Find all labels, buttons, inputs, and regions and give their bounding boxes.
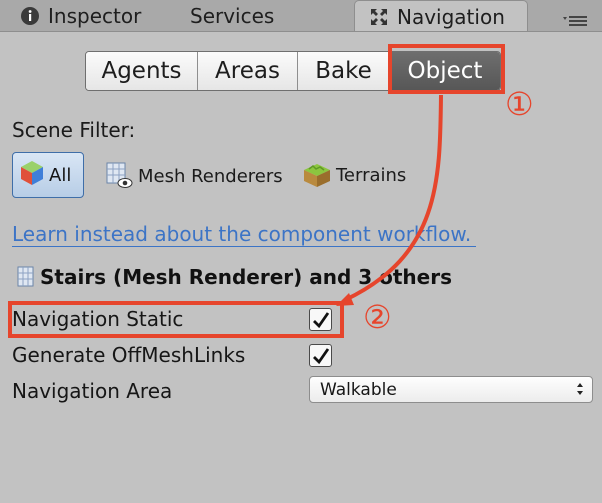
filter-mesh-renderers-label: Mesh Renderers [138,165,283,187]
annotation-step-1: ① [505,85,534,123]
filter-all-button[interactable]: All [12,152,84,198]
filter-terrains-button[interactable]: Terrains [302,161,406,189]
checkmark-icon [312,347,329,364]
highlight-object-button [388,44,505,94]
navigation-area-value: Walkable [320,379,397,400]
agents-button[interactable]: Agents [86,52,197,90]
mesh-renderer-icon-small [14,265,38,289]
learn-component-workflow-link[interactable]: Learn instead about the component workfl… [12,222,477,247]
highlight-navigation-static [8,301,344,338]
tab-navigation[interactable]: Navigation [354,0,528,33]
generate-offmeshlinks-checkbox[interactable] [309,344,332,367]
filter-terrains-label: Terrains [336,164,407,186]
bake-button[interactable]: Bake [297,52,389,90]
areas-button[interactable]: Areas [197,52,297,90]
annotation-step-2: ② [363,298,392,336]
navigation-area-dropdown[interactable]: Walkable [309,376,593,403]
cube-icon [19,159,45,191]
terrain-icon [302,161,332,189]
dropdown-arrows-icon [576,380,584,403]
mesh-renderer-icon [104,161,134,191]
tab-inspector-label: Inspector [48,3,142,28]
selection-title-text: Stairs (Mesh Renderer) and 3 others [40,265,453,289]
navigation-area-label: Navigation Area [12,379,173,403]
tab-services-label: Services [190,3,275,28]
tab-options-menu-icon[interactable] [561,14,589,26]
window-tab-strip: Inspector Services Navigation [0,0,602,33]
generate-offmeshlinks-label: Generate OffMeshLinks [12,343,246,367]
filter-all-label: All [49,164,72,186]
tab-services[interactable]: Services [190,0,274,31]
info-icon [20,6,40,26]
tab-navigation-label: Navigation [397,5,505,29]
selection-title: Stairs (Mesh Renderer) and 3 others [14,265,452,289]
scene-filter-label: Scene Filter: [12,118,136,142]
tab-inspector[interactable]: Inspector [20,0,141,31]
filter-mesh-renderers-button[interactable]: Mesh Renderers [104,161,283,191]
navigation-icon [369,7,389,27]
